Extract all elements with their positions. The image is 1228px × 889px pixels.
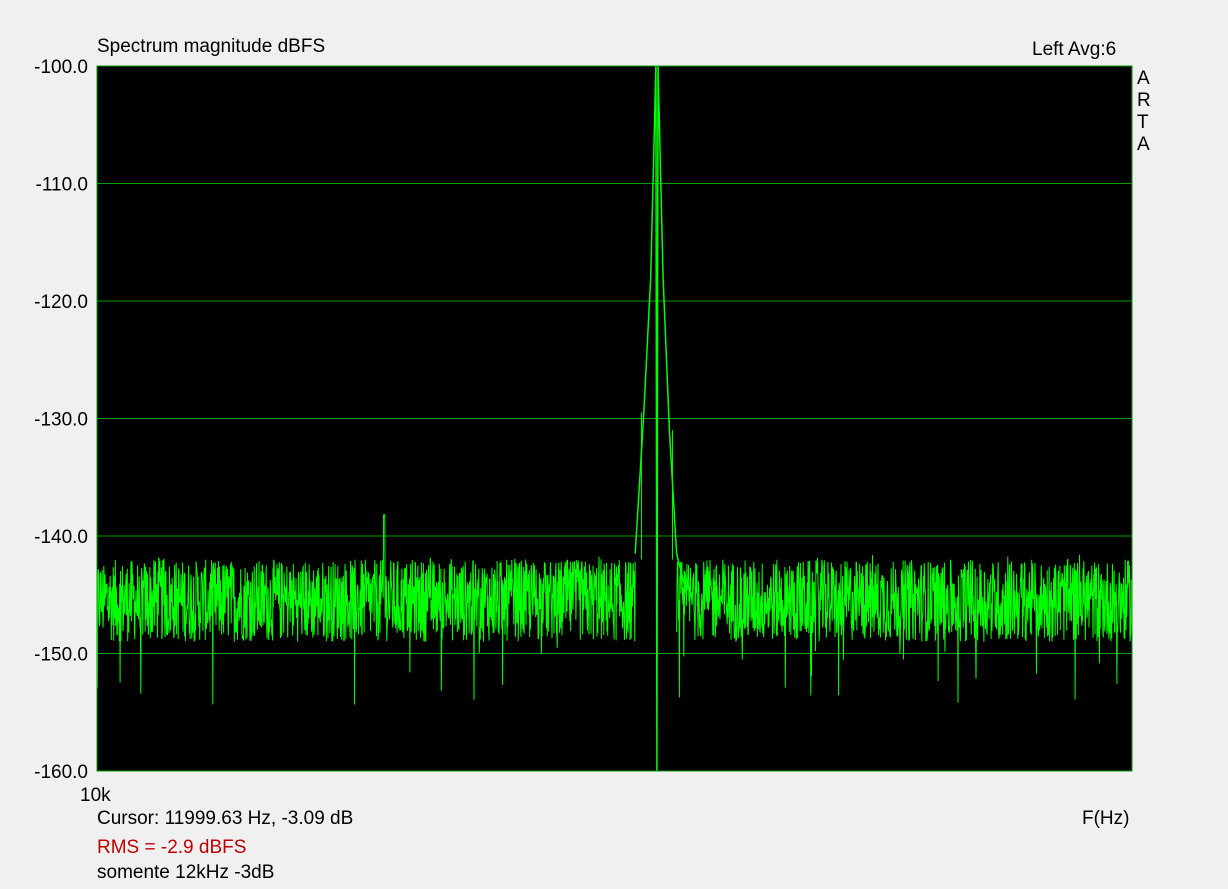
rms-readout: RMS = -2.9 dBFS [97, 837, 247, 858]
y-axis-ticks: -100.0 -110.0 -120.0 -130.0 -140.0 -150.0 -160… [34, 57, 88, 783]
y-tick-label: -120.0 [34, 292, 88, 313]
brand-letter: R [1137, 90, 1151, 111]
x-axis-start-label: 10k [80, 785, 111, 806]
cursor-readout: Cursor: 11999.63 Hz, -3.09 dB [97, 808, 354, 829]
x-axis-label: F(Hz) [1082, 808, 1130, 829]
y-tick-label: -100.0 [34, 57, 88, 78]
brand-letter: A [1137, 134, 1150, 155]
y-tick-label: -110.0 [36, 175, 88, 196]
measurement-note: somente 12kHz -3dB [97, 862, 275, 883]
y-tick-label: -160.0 [34, 762, 88, 783]
channel-average-label: Left Avg:6 [1032, 39, 1117, 60]
brand-letter: T [1137, 112, 1149, 133]
brand-vertical-label: A R T A [1137, 68, 1157, 156]
y-tick-label: -130.0 [34, 410, 88, 431]
spectrum-chart: -100.0 -110.0 -120.0 -130.0 -140.0 -150.0 -160… [34, 57, 1133, 783]
y-tick-label: -140.0 [34, 527, 88, 548]
y-tick-label: -150.0 [34, 645, 88, 666]
chart-title: Spectrum magnitude dBFS [97, 36, 326, 57]
brand-letter: A [1137, 68, 1150, 89]
